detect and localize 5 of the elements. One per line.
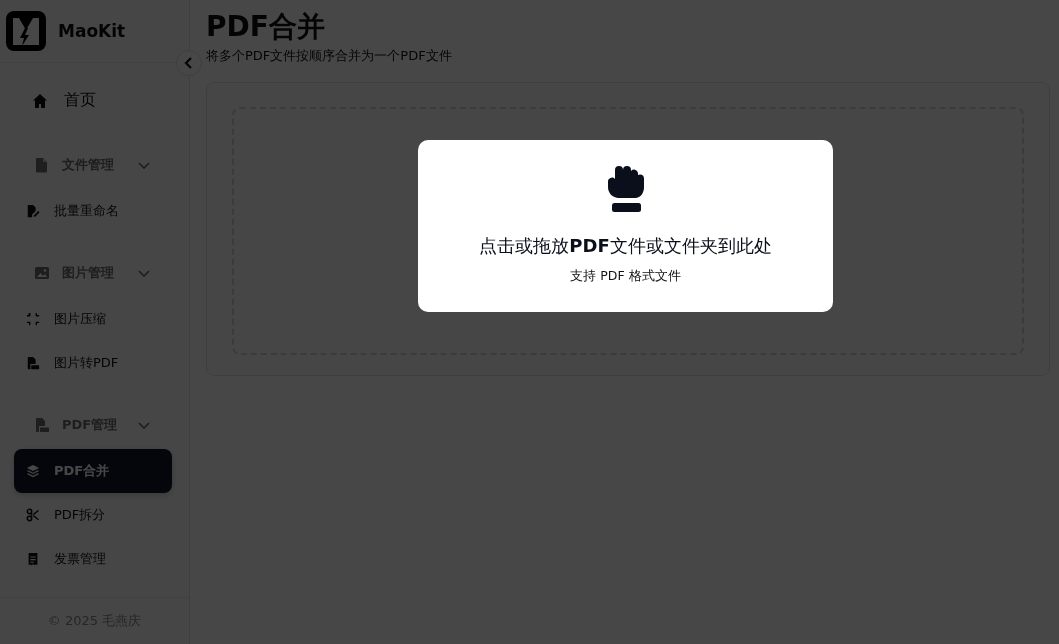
drop-hint: 支持 PDF 格式文件: [570, 267, 681, 285]
fist-icon: [606, 166, 645, 215]
page-title: PDF合并: [206, 9, 326, 45]
drop-heading: 点击或拖放PDF文件或文件夹到此处: [479, 234, 772, 258]
app-name: MaoKit: [58, 20, 126, 41]
